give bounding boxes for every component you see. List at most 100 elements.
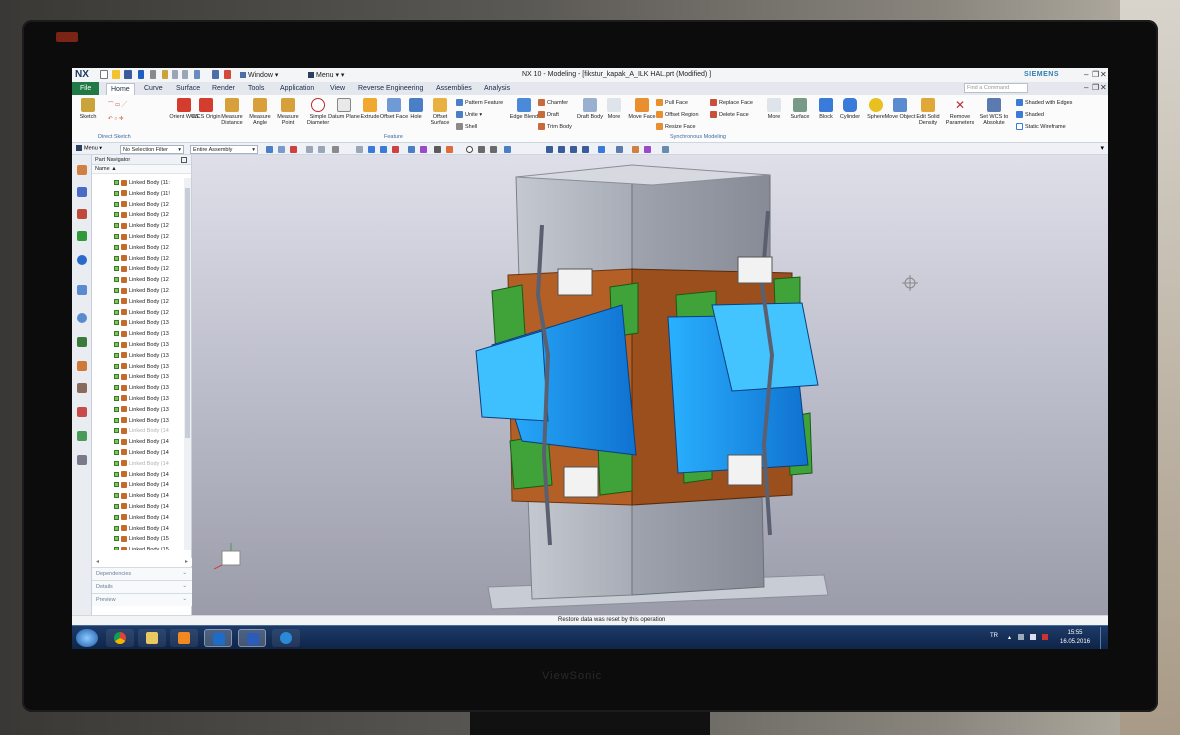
volume-icon[interactable] (1030, 634, 1036, 640)
unite-button[interactable]: Unite ▾ (456, 111, 482, 118)
manufacturing-wizards-icon[interactable] (77, 383, 87, 393)
panel-dependencies[interactable]: Dependencies ⌄ (92, 567, 192, 580)
point-on-curve-icon[interactable] (504, 146, 511, 153)
close-button[interactable]: ✕ (1100, 70, 1107, 79)
tray-expand-icon[interactable]: ▴ (1008, 634, 1014, 641)
checkbox-icon[interactable] (114, 180, 119, 186)
window-menu[interactable]: Window ▾ (240, 71, 278, 79)
touch-mode-icon[interactable] (224, 70, 231, 79)
scope-dropdown[interactable]: Entire Assembly ▾ (190, 145, 258, 154)
sketch-tools2-icons[interactable]: ↶ ○ ✛ (108, 116, 124, 122)
navigator-row[interactable]: Linked Body (14 (92, 448, 184, 459)
checkbox-icon[interactable] (114, 298, 119, 304)
ribbon-minimize-button[interactable]: – (1084, 83, 1088, 92)
checkbox-icon[interactable] (114, 482, 119, 488)
select-edge-icon[interactable] (290, 146, 297, 153)
static-wireframe-button[interactable]: Static Wireframe (1016, 123, 1066, 130)
restore-button[interactable]: ❐ (1092, 70, 1099, 79)
web-browser-icon[interactable] (77, 255, 87, 265)
navigator-row[interactable]: Linked Body (14 (92, 459, 184, 470)
show-desktop-button[interactable] (1100, 627, 1106, 649)
checkbox-icon[interactable] (114, 363, 119, 369)
assembly-navigator-icon[interactable] (77, 165, 87, 175)
checkbox-icon[interactable] (114, 503, 119, 509)
quadrant-icon[interactable] (490, 146, 497, 153)
select-component-icon[interactable] (318, 146, 325, 153)
rotate-icon[interactable] (570, 146, 577, 153)
remove-parameters-button[interactable]: ✕ Remove Parameters (944, 98, 976, 126)
trim-body-button[interactable]: Trim Body (538, 123, 572, 130)
new-file-icon[interactable] (100, 70, 108, 79)
navigator-row[interactable]: Linked Body (12 (92, 210, 184, 221)
notification-flag-icon[interactable] (1042, 634, 1048, 640)
checkbox-icon[interactable] (114, 493, 119, 499)
taskbar-media-player[interactable] (170, 629, 198, 647)
tab-curve[interactable]: Curve (140, 83, 167, 95)
render-style-icon[interactable] (598, 146, 605, 153)
tab-application[interactable]: Application (276, 83, 318, 95)
navigator-row[interactable]: Linked Body (14 (92, 502, 184, 513)
tab-render[interactable]: Render (208, 83, 239, 95)
checkbox-icon[interactable] (114, 395, 119, 401)
checkbox-icon[interactable] (114, 428, 119, 434)
navigator-row[interactable]: Linked Body (11: (92, 178, 184, 189)
ribbon-close-button[interactable]: ✕ (1100, 83, 1107, 92)
panel-details[interactable]: Details ⌄ (92, 580, 192, 593)
checkbox-icon[interactable] (114, 288, 119, 294)
checkbox-icon[interactable] (114, 525, 119, 531)
tab-analysis[interactable]: Analysis (480, 83, 514, 95)
tab-view[interactable]: View (326, 83, 349, 95)
graphics-viewport[interactable] (192, 155, 1108, 615)
offset-region-button[interactable]: Offset Region (656, 111, 699, 118)
navigator-column-name[interactable]: Name ▲ (92, 165, 191, 174)
ribbon-restore-button[interactable]: ❐ (1092, 83, 1099, 92)
more-view-icon[interactable] (662, 146, 669, 153)
checkbox-icon[interactable] (114, 547, 119, 550)
select-body-icon[interactable] (306, 146, 313, 153)
move-face-button[interactable]: Move Face (626, 98, 658, 120)
checkbox-icon[interactable] (114, 331, 119, 337)
curve-snap-icon[interactable] (392, 146, 399, 153)
navigator-row[interactable]: Linked Body (11! (92, 189, 184, 200)
repeat-command-icon[interactable] (194, 70, 200, 79)
tab-reverse-engineering[interactable]: Reverse Engineering (354, 83, 427, 95)
lasso-icon[interactable] (332, 146, 339, 153)
system-materials-icon[interactable] (77, 337, 87, 347)
draft-button[interactable]: Draft (538, 111, 559, 118)
navigator-row[interactable]: Linked Body (13 (92, 362, 184, 373)
navigator-scroll-thumb[interactable] (185, 188, 190, 438)
navigator-row[interactable]: Linked Body (14 (92, 480, 184, 491)
minimize-button[interactable]: – (1084, 70, 1088, 79)
taskbar-outlook[interactable] (204, 629, 232, 647)
fit-view-icon[interactable] (546, 146, 553, 153)
navigator-row[interactable]: Linked Body (12 (92, 232, 184, 243)
checkbox-icon[interactable] (114, 320, 119, 326)
checkbox-icon[interactable] (114, 536, 119, 542)
navigator-row[interactable]: Linked Body (15 (92, 545, 184, 550)
menu-dropdown[interactable]: Menu ▾ ▾ (308, 71, 344, 79)
clock-icon[interactable] (77, 313, 87, 323)
navigator-row[interactable]: Linked Body (12 (92, 221, 184, 232)
navigator-row[interactable]: Linked Body (15 (92, 534, 184, 545)
sketch-button[interactable]: Sketch (72, 98, 104, 120)
edit-section-icon[interactable] (632, 146, 639, 153)
checkbox-icon[interactable] (114, 342, 119, 347)
taskbar-chrome[interactable] (106, 629, 134, 647)
intersection-icon[interactable] (446, 146, 453, 153)
shaded-button[interactable]: Shaded (1016, 111, 1044, 118)
navigator-row[interactable]: Linked Body (12 (92, 254, 184, 265)
checkbox-icon[interactable] (114, 234, 119, 240)
wireframe-view-icon[interactable] (380, 146, 387, 153)
zoom-icon[interactable] (558, 146, 565, 153)
select-feature-icon[interactable] (266, 146, 273, 153)
save-icon[interactable] (124, 70, 132, 79)
control-point-icon[interactable] (434, 146, 441, 153)
taskbar-nx[interactable] (238, 629, 266, 647)
shaded-with-edges-button[interactable]: Shaded with Edges (1016, 99, 1072, 106)
paste-icon[interactable] (182, 70, 188, 79)
chamfer-button[interactable]: Chamfer (538, 99, 568, 106)
navigator-row[interactable]: Linked Body (13 (92, 329, 184, 340)
shaded-view-icon[interactable] (368, 146, 375, 153)
pan-icon[interactable] (582, 146, 589, 153)
midpoint-snap-icon[interactable] (420, 146, 427, 153)
